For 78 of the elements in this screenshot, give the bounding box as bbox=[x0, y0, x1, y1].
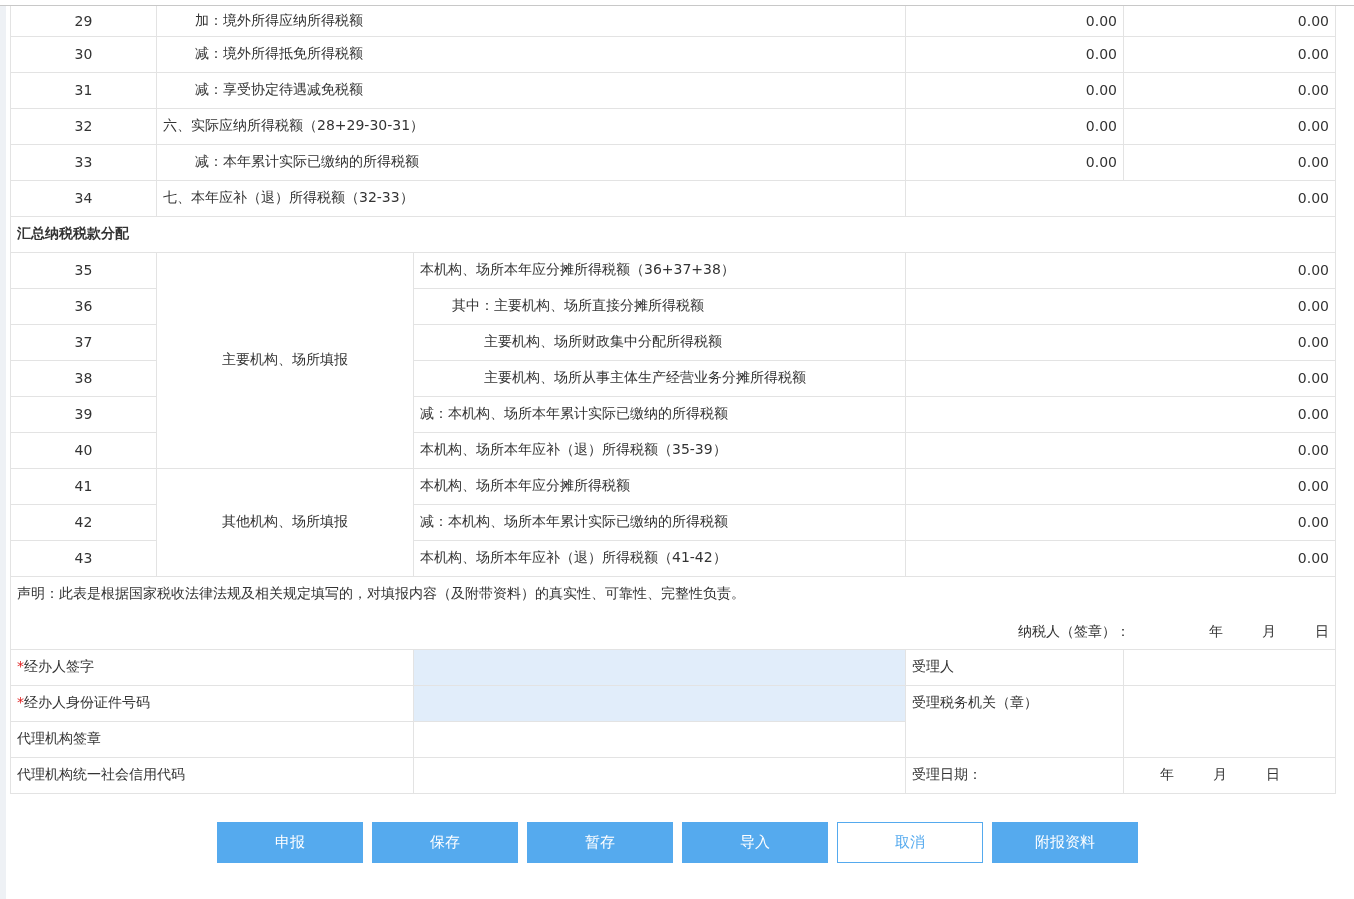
amount-cell: 0.00 bbox=[905, 288, 1336, 324]
amount-cell: 0.00 bbox=[905, 108, 1124, 144]
amount-cell: 0.00 bbox=[905, 396, 1336, 432]
row-label: 六、实际应纳所得税额（28+29-30-31） bbox=[156, 108, 906, 144]
date-part: 月 bbox=[1261, 622, 1276, 641]
required-mark: * bbox=[17, 694, 24, 710]
amount-cell: 0.00 bbox=[905, 504, 1336, 540]
amount-cell: 0.00 bbox=[905, 180, 1336, 216]
action-button[interactable]: 导入 bbox=[682, 821, 828, 863]
date-part: 年 bbox=[1208, 622, 1223, 641]
amount-cell: 0.00 bbox=[1123, 144, 1336, 180]
row-label: 加：境外所得应纳所得税额 bbox=[156, 6, 906, 36]
field-label-text: 经办人签字 bbox=[24, 658, 94, 674]
date-part: 日 bbox=[1314, 622, 1329, 641]
date-part: 月 bbox=[1213, 766, 1228, 784]
row-label: 主要机构、场所财政集中分配所得税额 bbox=[413, 324, 906, 360]
row-number: 32 bbox=[10, 108, 157, 144]
amount-cell: 0.00 bbox=[905, 360, 1336, 396]
row-number: 37 bbox=[10, 324, 157, 360]
required-mark: * bbox=[17, 658, 24, 674]
row-number: 36 bbox=[10, 288, 157, 324]
action-button[interactable]: 申报 bbox=[217, 821, 363, 863]
amount-cell: 0.00 bbox=[905, 432, 1336, 468]
row-label: 减：享受协定待遇减免税额 bbox=[156, 72, 906, 108]
amount-cell: 0.00 bbox=[1123, 36, 1336, 72]
row-number: 34 bbox=[10, 180, 157, 216]
amount-cell: 0.00 bbox=[905, 540, 1336, 576]
group-label: 主要机构、场所填报 bbox=[156, 252, 414, 468]
row-label: 本机构、场所本年应分摊所得税额（36+37+38） bbox=[413, 252, 906, 288]
row-number: 30 bbox=[10, 36, 157, 72]
row-label: 本机构、场所本年应补（退）所得税额（41-42） bbox=[413, 540, 906, 576]
row-label: 减：本年累计实际已缴纳的所得税额 bbox=[156, 144, 906, 180]
row-label: 减：本机构、场所本年累计实际已缴纳的所得税额 bbox=[413, 504, 906, 540]
amount-cell: 0.00 bbox=[1123, 6, 1336, 36]
date-part: 年 bbox=[1160, 766, 1175, 784]
row-number: 41 bbox=[10, 468, 157, 504]
row-number: 35 bbox=[10, 252, 157, 288]
row-number: 29 bbox=[10, 6, 157, 36]
declaration-text: 声明：此表是根据国家税收法律法规及相关规定填写的，对填报内容（及附带资料）的真实性、可靠性、完整性负责。 bbox=[17, 584, 746, 603]
row-number: 40 bbox=[10, 432, 157, 468]
row-label: 主要机构、场所从事主体生产经营业务分摊所得税额 bbox=[413, 360, 906, 396]
row-number: 33 bbox=[10, 144, 157, 180]
action-button[interactable]: 附报资料 bbox=[992, 821, 1138, 863]
row-number: 42 bbox=[10, 504, 157, 540]
amount-cell: 0.00 bbox=[905, 144, 1124, 180]
acceptance-label: 受理税务机关（章） bbox=[905, 685, 1124, 757]
row-number: 38 bbox=[10, 360, 157, 396]
amount-cell: 0.00 bbox=[905, 468, 1336, 504]
amount-cell: 0.00 bbox=[1123, 108, 1336, 144]
section-title: 汇总纳税税款分配 bbox=[10, 216, 1336, 252]
row-number: 39 bbox=[10, 396, 157, 432]
action-button[interactable]: 取消 bbox=[837, 821, 983, 863]
amount-cell: 0.00 bbox=[905, 36, 1124, 72]
signer-label: 纳税人（签章）： bbox=[1018, 622, 1130, 641]
acceptance-label: 受理日期： bbox=[905, 757, 1124, 793]
input-field[interactable] bbox=[414, 649, 905, 685]
amount-cell: 0.00 bbox=[905, 324, 1336, 360]
group-label: 其他机构、场所填报 bbox=[156, 468, 414, 576]
amount-cell: 0.00 bbox=[905, 252, 1336, 288]
row-label: 减：本机构、场所本年累计实际已缴纳的所得税额 bbox=[413, 396, 906, 432]
row-label: 本机构、场所本年应补（退）所得税额（35-39） bbox=[413, 432, 906, 468]
acceptance-label: 受理人 bbox=[905, 649, 1124, 685]
row-label: 本机构、场所本年应分摊所得税额 bbox=[413, 468, 906, 504]
input-field[interactable] bbox=[414, 685, 905, 721]
row-label: 减：境外所得抵免所得税额 bbox=[156, 36, 906, 72]
row-label: 七、本年应补（退）所得税额（32-33） bbox=[156, 180, 906, 216]
action-button[interactable]: 保存 bbox=[372, 821, 518, 863]
field-label-text: 代理机构签章 bbox=[17, 730, 101, 746]
amount-cell: 0.00 bbox=[905, 72, 1124, 108]
row-number: 43 bbox=[10, 540, 157, 576]
amount-cell: 0.00 bbox=[1123, 72, 1336, 108]
date-part: 日 bbox=[1266, 766, 1281, 784]
row-label: 其中：主要机构、场所直接分摊所得税额 bbox=[413, 288, 906, 324]
amount-cell: 0.00 bbox=[905, 6, 1124, 36]
field-label-text: 代理机构统一社会信用代码 bbox=[17, 766, 185, 782]
action-button[interactable]: 暂存 bbox=[527, 821, 673, 863]
row-number: 31 bbox=[10, 72, 157, 108]
field-label-text: 经办人身份证件号码 bbox=[24, 694, 150, 710]
